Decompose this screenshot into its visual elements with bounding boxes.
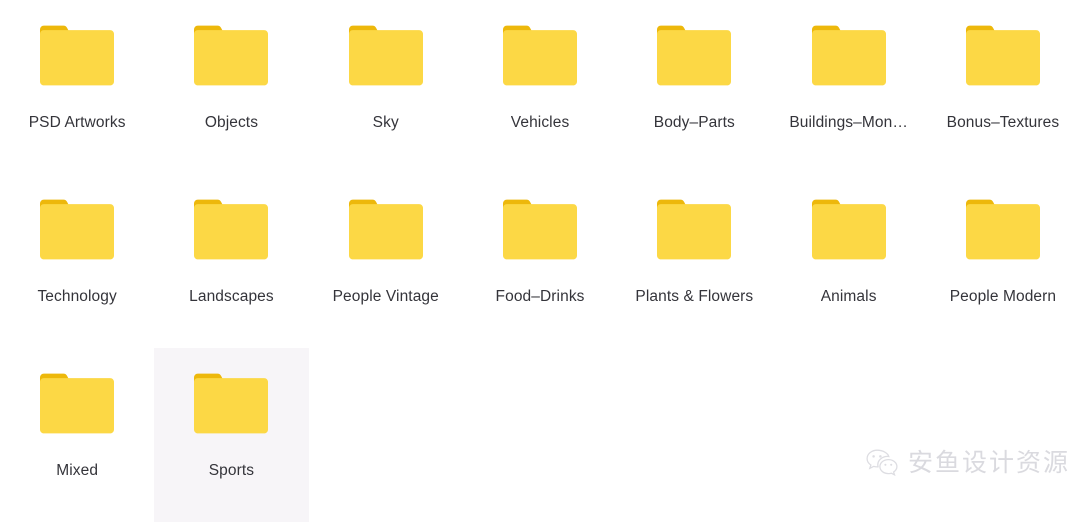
folder-icon [37, 371, 117, 437]
folder-label: Landscapes [189, 288, 274, 305]
folder-icon [809, 197, 889, 263]
folder-label: Objects [204, 114, 259, 131]
folder-item[interactable]: Sports [154, 348, 309, 522]
folder-label: Sports [208, 462, 255, 479]
folder-label: Mixed [56, 462, 99, 479]
folder-item[interactable]: People Modern [926, 174, 1080, 348]
folder-label: Buildings–Mon… [789, 114, 908, 131]
folder-label: Sky [372, 114, 399, 131]
folder-icon [963, 197, 1043, 263]
folder-icon [654, 23, 734, 89]
folder-icon [654, 197, 734, 263]
folder-label: People Modern [949, 288, 1057, 305]
folder-icon [191, 371, 271, 437]
folder-item[interactable]: Vehicles [463, 0, 617, 174]
folder-label: Body–Parts [653, 114, 735, 131]
folder-item[interactable]: Plants & Flowers [617, 174, 771, 348]
folder-icon [37, 197, 117, 263]
folder-item[interactable]: Bonus–Textures [926, 0, 1080, 174]
folder-label: Bonus–Textures [946, 114, 1060, 131]
folder-item[interactable]: Mixed [0, 348, 154, 522]
folder-icon [346, 23, 426, 89]
folder-icon [500, 23, 580, 89]
folder-label: PSD Artworks [28, 114, 126, 131]
folder-item[interactable]: People Vintage [309, 174, 463, 348]
folder-item[interactable]: Body–Parts [617, 0, 771, 174]
folder-item[interactable]: PSD Artworks [0, 0, 154, 174]
folder-icon [191, 23, 271, 89]
folder-item[interactable]: Technology [0, 174, 154, 348]
folder-label: Technology [37, 288, 117, 305]
folder-icon [809, 23, 889, 89]
folder-label: People Vintage [332, 288, 439, 305]
folder-icon [500, 197, 580, 263]
folder-label: Animals [820, 288, 877, 305]
folder-icon [963, 23, 1043, 89]
folder-label: Food–Drinks [495, 288, 585, 305]
folder-label: Vehicles [510, 114, 570, 131]
folder-item[interactable]: Sky [309, 0, 463, 174]
folder-item[interactable]: Landscapes [154, 174, 308, 348]
folder-item[interactable]: Animals [771, 174, 925, 348]
folder-icon [346, 197, 426, 263]
folder-label: Plants & Flowers [635, 288, 754, 305]
folder-item[interactable]: Buildings–Mon… [771, 0, 925, 174]
folder-item[interactable]: Objects [154, 0, 308, 174]
folder-icon [191, 197, 271, 263]
folder-item[interactable]: Food–Drinks [463, 174, 617, 348]
folder-grid: PSD Artworks Objects Sky Vehicles Body–Parts… [0, 0, 1080, 522]
folder-icon [37, 23, 117, 89]
